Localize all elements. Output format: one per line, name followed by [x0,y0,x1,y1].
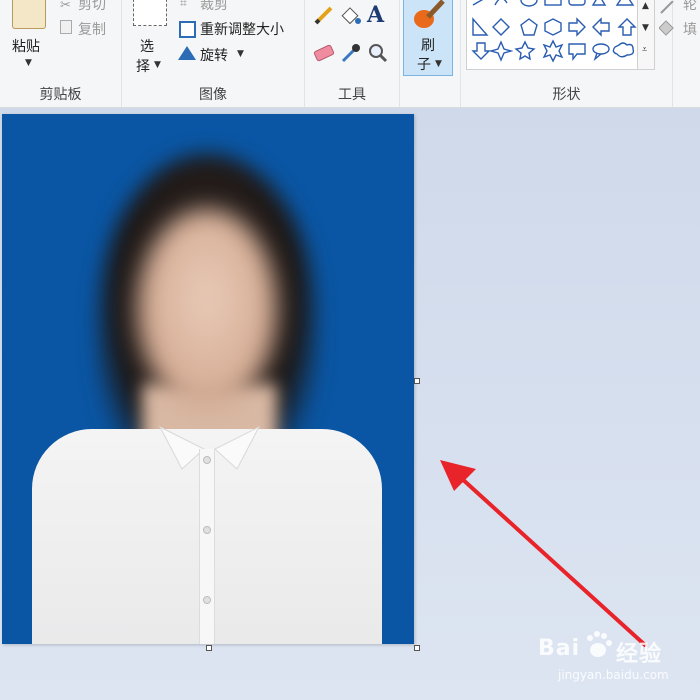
shapes-gallery[interactable] [466,0,638,70]
shapes-scroll-down[interactable]: ▼ [642,23,649,33]
clipboard-group: 粘贴 ▼ ✂ 剪切 复制 剪贴板 [0,0,122,107]
watermark-brand: Bai [538,636,581,661]
photo-shirt-button [203,526,211,534]
text-tool-icon[interactable]: A [367,2,384,28]
shapes-gallery-icons [471,0,637,63]
copy-icon [60,20,72,34]
paw-icon [584,630,614,666]
crop-button[interactable]: 裁剪 [200,0,228,14]
canvas-resize-handle-right[interactable] [414,378,420,384]
watermark-url: jingyan.baidu.com [558,668,669,682]
photo-shirt-button [203,456,211,464]
brushes-label-bottom: 子 [417,57,431,73]
select-button-label-top[interactable]: 选 [140,36,154,56]
select-icon[interactable] [133,0,167,26]
pencil-icon[interactable] [313,4,335,30]
image-group-label: 图像 [199,87,227,103]
cut-button[interactable]: 剪切 [78,0,106,14]
clipboard-group-label: 剪贴板 [39,87,82,103]
paste-icon[interactable] [12,0,46,29]
magnifier-icon[interactable] [367,42,389,68]
brushes-button[interactable]: 刷 子 ▼ [403,0,453,76]
shapes-group: ▲ ▼ ⩡ 形状 [461,0,673,107]
crop-icon: ⌗ [180,0,187,10]
tools-group: A 工具 [305,0,400,107]
brush-group: 刷 子 ▼ [400,0,461,107]
brushes-caret: ▼ [435,59,442,69]
brushes-label-top: 刷 [421,38,435,54]
outline-fill-group: 轮 填 [658,0,700,107]
image-canvas[interactable] [2,114,414,644]
fill-icon [658,20,679,40]
canvas-resize-handle-corner[interactable] [414,645,420,651]
brush-icon [410,0,446,35]
ribbon: 粘贴 ▼ ✂ 剪切 复制 剪贴板 选 择 ▼ ⌗ 裁剪 重新调整大小 旋转 ▼ … [0,0,700,108]
shapes-expand[interactable]: ⩡ [642,45,647,55]
photo-face-blurred [137,209,277,409]
shapes-group-label: 形状 [552,87,581,103]
watermark-brand-cn: 经验 [616,642,663,667]
select-button-label-bottom[interactable]: 择 [136,56,150,76]
paste-caret[interactable]: ▼ [25,58,32,68]
outline-icon [659,0,677,19]
tools-group-label: 工具 [338,87,366,103]
resize-icon [179,21,196,38]
select-caret[interactable]: ▼ [154,60,161,70]
outline-button[interactable]: 轮 [683,0,697,14]
color-picker-icon[interactable] [340,42,362,68]
cut-icon: ✂ [60,0,71,13]
photo-shirt-placket [199,449,215,644]
canvas-resize-handle-bottom[interactable] [206,645,212,651]
fill-bucket-icon[interactable] [340,4,362,30]
shapes-scroll-up[interactable]: ▲ [642,1,649,11]
resize-button[interactable]: 重新调整大小 [200,19,284,39]
photo-shirt-button [203,596,211,604]
paste-button-label[interactable]: 粘贴 [12,36,40,56]
image-group: 选 择 ▼ ⌗ 裁剪 重新调整大小 旋转 ▼ 图像 [122,0,305,107]
rotate-button[interactable]: 旋转 [200,45,228,65]
rotate-icon [178,46,196,60]
fill-button[interactable]: 填 [683,19,697,39]
copy-button[interactable]: 复制 [78,19,106,39]
shapes-scrollbar[interactable]: ▲ ▼ ⩡ [637,0,655,70]
rotate-caret[interactable]: ▼ [237,49,244,59]
eraser-icon[interactable] [313,44,335,66]
red-arrow-annotation [440,460,647,647]
